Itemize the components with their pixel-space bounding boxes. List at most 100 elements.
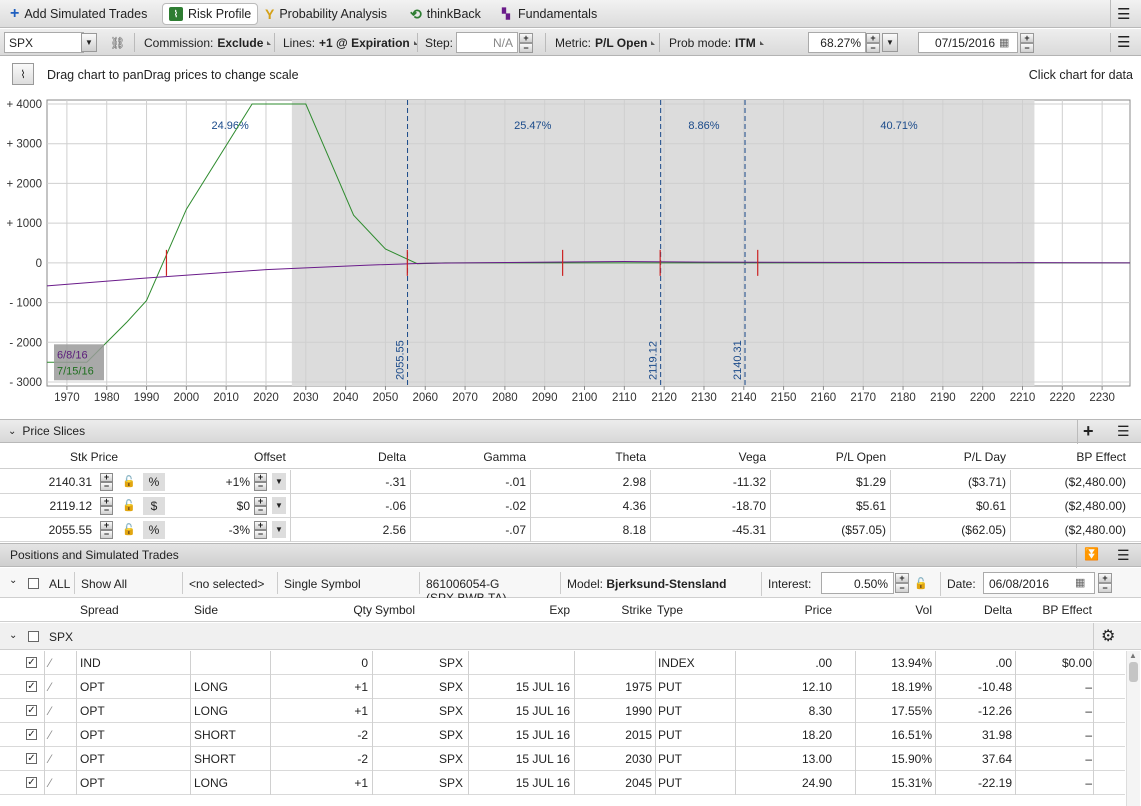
menu-icon[interactable]: ☰ xyxy=(1117,547,1130,564)
trade-graph-icon[interactable]: ⁄ xyxy=(49,651,51,675)
show-all-selector[interactable]: Show All xyxy=(74,572,178,594)
chevron-down-icon[interactable]: ⌄ xyxy=(9,575,17,586)
lines-selector[interactable]: Lines: +1 @ Expiration xyxy=(283,33,418,52)
price-slice-row[interactable]: 2119.12 + − 🔓 $ $0 + − ▼ -.06 -.02 4.36 -18.70 $5.61 $… xyxy=(0,494,1141,518)
price-slice-row[interactable]: 2055.55 + − 🔓% -3% + − ▼ 2.56 -.07 8.18 -45.31 ($57.… xyxy=(0,518,1141,542)
column-divider xyxy=(855,747,856,771)
table-row[interactable]: ✓ ⁄ IND 0 SPX INDEX .00 13.94% .00 $0.00 xyxy=(0,651,1125,675)
chart-settings-icon[interactable]: ⌇ xyxy=(12,63,34,85)
step-input[interactable]: N/A xyxy=(456,32,518,53)
col-strike: Strike xyxy=(621,603,652,617)
menu-icon[interactable]: ☰ xyxy=(1117,5,1130,23)
row-checkbox[interactable]: ✓ xyxy=(26,657,37,668)
price-slice-row[interactable]: 2140.31 + − 🔓% +1% + − ▼ -.31 -.01 2.98 -11.32 $1.29… xyxy=(0,470,1141,494)
percent-dropdown-icon[interactable]: ▼ xyxy=(882,33,898,52)
lock-icon[interactable]: 🔓 xyxy=(122,494,136,518)
price-slices-header[interactable]: ⌄ Price Slices + ☰ xyxy=(0,419,1141,444)
row-symbol: SPX xyxy=(438,776,463,790)
row-checkbox[interactable]: ✓ xyxy=(26,777,37,788)
link-icon[interactable]: ⛓ xyxy=(110,36,125,50)
selection-selector[interactable]: <no selected> xyxy=(182,572,274,594)
chevron-down-icon[interactable]: ⌄ xyxy=(9,630,17,641)
positions-group-row[interactable]: ⌄ SPX ⚙ xyxy=(0,623,1141,650)
positions-date-stepper[interactable]: + − xyxy=(1098,573,1112,593)
percent-stepper[interactable]: + − xyxy=(866,33,880,53)
lock-icon[interactable]: 🔓 xyxy=(122,518,136,542)
trade-graph-icon[interactable]: ⁄ xyxy=(49,747,51,771)
slice-offset-decrement[interactable]: − xyxy=(254,482,267,491)
slice-offset-unit[interactable]: % xyxy=(143,521,165,539)
add-slice-icon[interactable]: + xyxy=(1083,421,1094,442)
column-divider xyxy=(855,723,856,747)
tab-thinkback[interactable]: ⟲ thinkBack xyxy=(404,3,487,25)
row-checkbox[interactable]: ✓ xyxy=(26,705,37,716)
positions-scrollbar[interactable]: ▲ xyxy=(1126,651,1140,806)
table-row[interactable]: ✓ ⁄ OPT SHORT -2 SPX 15 JUL 16 2015 PUT 18.20 16.5… xyxy=(0,723,1125,747)
table-row[interactable]: ✓ ⁄ OPT LONG +1 SPX 15 JUL 16 1975 PUT 12.10 18.19… xyxy=(0,675,1125,699)
date-stepper[interactable]: + − xyxy=(1020,33,1034,53)
menu-icon[interactable]: ☰ xyxy=(1117,423,1130,440)
scroll-up-icon[interactable]: ▲ xyxy=(1129,651,1137,660)
commission-selector[interactable]: Commission: Exclude xyxy=(144,33,272,52)
account-selector[interactable]: 861006054-G (SPX.BWB.TA) xyxy=(419,572,559,605)
all-label: ALL xyxy=(49,577,71,591)
menu-icon[interactable]: ☰ xyxy=(1117,33,1130,51)
symbol-input[interactable]: SPX xyxy=(4,32,84,53)
interest-stepper[interactable]: + − xyxy=(895,573,909,593)
table-row[interactable]: ✓ ⁄ OPT LONG +1 SPX 15 JUL 16 1990 PUT 8.30 17.55%… xyxy=(0,699,1125,723)
tab-risk-profile[interactable]: ⌇ Risk Profile xyxy=(162,3,259,25)
column-divider xyxy=(372,747,373,771)
divider xyxy=(545,33,546,52)
tab-fundamentals[interactable]: ▚ Fundamentals xyxy=(493,3,603,25)
symbol-dropdown-icon[interactable]: ▼ xyxy=(81,33,97,52)
model-selector[interactable]: Model: Bjerksund-Stensland xyxy=(560,572,758,594)
lock-icon[interactable]: 🔓 xyxy=(914,577,928,590)
trade-graph-icon[interactable]: ⁄ xyxy=(49,699,51,723)
slice-offset-dropdown-icon[interactable]: ▼ xyxy=(272,521,286,538)
row-checkbox[interactable]: ✓ xyxy=(26,729,37,740)
risk-profile-chart[interactable]: 1970 1980 1990 2000 2010 2020 2030 2040 2050 2060… xyxy=(0,94,1141,406)
col-exp: Exp xyxy=(549,603,570,617)
slice-offset-unit[interactable]: $ xyxy=(143,497,165,515)
lines-value: +1 @ Expiration xyxy=(319,35,410,50)
col-pl-day: P/L Day xyxy=(963,450,1006,464)
prob-mode-label: Prob mode: xyxy=(669,35,732,50)
metric-selector[interactable]: Metric: P/L Open xyxy=(555,33,656,52)
slice-offset-decrement[interactable]: − xyxy=(254,530,267,539)
slice-price-decrement[interactable]: − xyxy=(100,482,113,491)
select-all-checkbox[interactable] xyxy=(28,578,39,589)
tab-add-simulated-trades[interactable]: + Add Simulated Trades xyxy=(4,3,153,25)
table-row[interactable]: ✓ ⁄ OPT SHORT -2 SPX 15 JUL 16 2030 PUT 13.00 15.9… xyxy=(0,747,1125,771)
trade-graph-icon[interactable]: ⁄ xyxy=(49,771,51,795)
table-row[interactable]: ✓ ⁄ OPT LONG +1 SPX 15 JUL 16 2045 PUT 24.90 15.31… xyxy=(0,771,1125,795)
divider xyxy=(417,33,418,52)
row-checkbox[interactable]: ✓ xyxy=(26,681,37,692)
row-spread: IND xyxy=(80,656,101,670)
scrollbar-thumb[interactable] xyxy=(1129,662,1138,682)
row-checkbox[interactable]: ✓ xyxy=(26,753,37,764)
collapse-icon[interactable]: ⏬ xyxy=(1084,547,1099,561)
slice-offset-dropdown-icon[interactable]: ▼ xyxy=(272,497,286,514)
prob-mode-selector[interactable]: Prob mode: ITM xyxy=(669,33,764,52)
trade-graph-icon[interactable]: ⁄ xyxy=(49,675,51,699)
positions-header[interactable]: Positions and Simulated Trades ⏬ ☰ xyxy=(0,543,1141,568)
chevron-down-icon[interactable]: ⌄ xyxy=(8,426,16,437)
gear-icon[interactable]: ⚙ xyxy=(1101,626,1115,646)
slice-offset-dropdown-icon[interactable]: ▼ xyxy=(272,473,286,490)
slice-offset-unit[interactable]: % xyxy=(143,473,165,491)
symbol-mode-selector[interactable]: Single Symbol xyxy=(277,572,417,594)
row-spread: OPT xyxy=(80,752,105,766)
calendar-icon[interactable]: ▦ xyxy=(999,36,1009,49)
trade-graph-icon[interactable]: ⁄ xyxy=(49,723,51,747)
step-stepper[interactable]: + − xyxy=(519,33,533,53)
percent-input[interactable]: 68.27% xyxy=(808,32,866,53)
group-checkbox[interactable] xyxy=(28,631,39,642)
slice-price-decrement[interactable]: − xyxy=(100,530,113,539)
slice-price-decrement[interactable]: − xyxy=(100,506,113,515)
col-delta-pos: Delta xyxy=(983,603,1012,617)
lock-icon[interactable]: 🔓 xyxy=(122,470,136,494)
interest-input[interactable]: 0.50% xyxy=(821,572,894,594)
slice-offset-decrement[interactable]: − xyxy=(254,506,267,515)
tab-probability-analysis[interactable]: Y Probability Analysis xyxy=(259,3,393,25)
calendar-icon[interactable]: ▦ xyxy=(1075,576,1085,589)
